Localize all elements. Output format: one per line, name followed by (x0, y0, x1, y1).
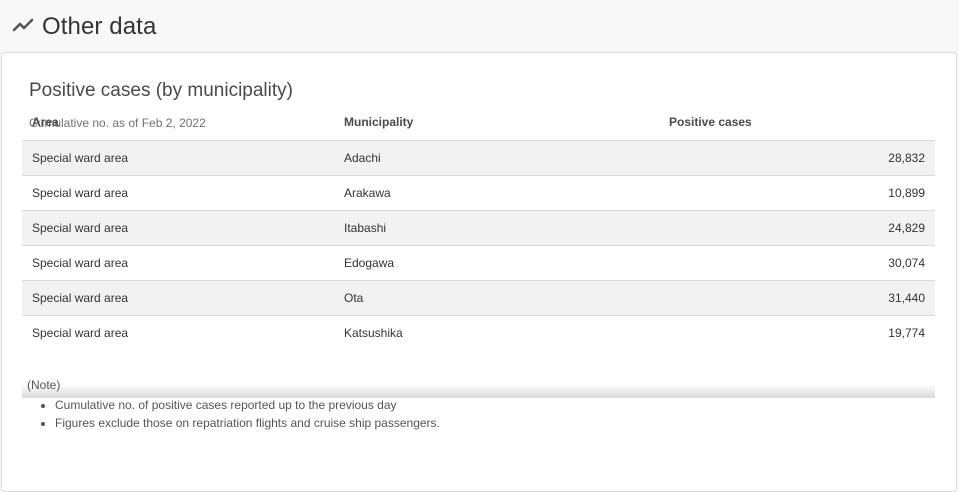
section-header: Other data (12, 10, 156, 44)
cell-area: Special ward area (22, 210, 334, 246)
header-positive-cases[interactable]: Positive cases (659, 104, 935, 141)
cell-municipality: Katsushika (334, 315, 659, 346)
line-chart-icon (12, 13, 42, 42)
table-row: Special ward area Katsushika 19,774 (22, 315, 935, 346)
cell-area: Special ward area (22, 245, 334, 281)
table-row: Special ward area Edogawa 30,074 (22, 245, 935, 281)
positive-cases-table-scroll[interactable]: Area Municipality Positive cases Special… (22, 104, 935, 346)
cell-area: Special ward area (22, 280, 334, 316)
header-area[interactable]: Area (22, 104, 334, 141)
table-row: Special ward area Ota 31,440 (22, 280, 935, 316)
table-note: (Note) Cumulative no. of positive cases … (27, 378, 440, 432)
cell-area: Special ward area (22, 140, 334, 176)
cell-area: Special ward area (22, 315, 334, 346)
cell-positive-cases: 10,899 (659, 175, 935, 211)
cell-positive-cases: 24,829 (659, 210, 935, 246)
cell-positive-cases: 31,440 (659, 280, 935, 316)
note-item: Cumulative no. of positive cases reporte… (55, 396, 440, 414)
note-item: Figures exclude those on repatriation fl… (55, 414, 440, 432)
table-row: Special ward area Arakawa 10,899 (22, 175, 935, 211)
cell-municipality: Arakawa (334, 175, 659, 211)
card-title: Positive cases (by municipality) (29, 80, 293, 101)
note-list: Cumulative no. of positive cases reporte… (27, 396, 440, 432)
table-row: Special ward area Adachi 28,832 (22, 140, 935, 176)
table-header-row: Area Municipality Positive cases (22, 104, 935, 141)
cell-positive-cases: 30,074 (659, 245, 935, 281)
cell-area: Special ward area (22, 175, 334, 211)
cell-municipality: Adachi (334, 140, 659, 176)
header-municipality[interactable]: Municipality (334, 104, 659, 141)
cell-municipality: Ota (334, 280, 659, 316)
note-label: (Note) (27, 378, 61, 392)
table-row: Special ward area Itabashi 24,829 (22, 210, 935, 246)
section-title: Other data (42, 13, 157, 40)
cell-municipality: Edogawa (334, 245, 659, 281)
cell-positive-cases: 19,774 (659, 315, 935, 346)
cell-municipality: Itabashi (334, 210, 659, 246)
cell-positive-cases: 28,832 (659, 140, 935, 176)
positive-cases-table: Area Municipality Positive cases Special… (22, 104, 935, 346)
